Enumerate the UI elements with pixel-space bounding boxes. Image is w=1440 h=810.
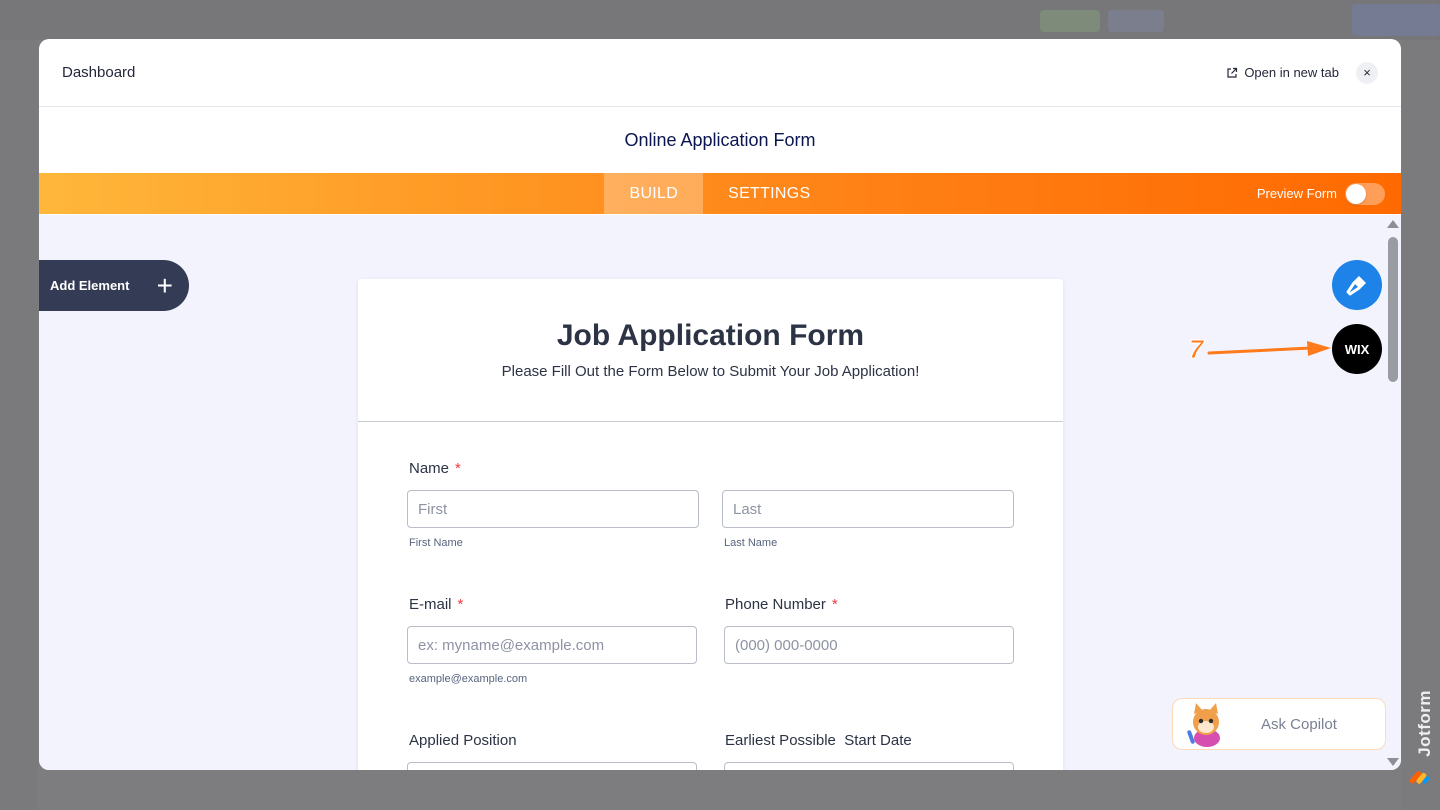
background-blob xyxy=(1352,4,1440,36)
form-title-row: Online Application Form xyxy=(39,107,1401,173)
preview-form-label: Preview Form xyxy=(1256,186,1337,201)
email-sublabel: example@example.com xyxy=(409,673,528,685)
annotation-arrow-icon xyxy=(1207,341,1331,356)
wix-label: WIX xyxy=(1344,341,1370,357)
dashboard-modal: Dashboard Open in new tab × Online Appli… xyxy=(39,39,1401,770)
name-label-text: Name xyxy=(409,460,450,477)
phone-label: Phone Number * xyxy=(725,596,838,613)
background-left xyxy=(0,40,38,810)
form-canvas: Add Element + Job Application Form Pleas… xyxy=(39,215,1401,770)
add-element-button[interactable]: Add Element + xyxy=(39,260,189,311)
paint-roller-icon xyxy=(1346,276,1366,296)
start-date-label: Earliest Possible Start Date xyxy=(725,732,912,749)
modal-title: Dashboard xyxy=(62,64,136,81)
last-name-sublabel: Last Name xyxy=(724,537,778,549)
form-subheading: Please Fill Out the Form Below to Submit… xyxy=(501,363,920,380)
email-input[interactable]: ex: myname@example.com xyxy=(407,626,697,664)
modal-header: Dashboard Open in new tab × xyxy=(39,39,1401,107)
tab-settings-label: SETTINGS xyxy=(728,184,811,202)
last-name-input[interactable]: Last xyxy=(722,490,1014,528)
form-header[interactable]: Job Application Form Please Fill Out the… xyxy=(358,279,1063,422)
required-marker: * xyxy=(455,460,461,477)
toggle-knob xyxy=(1346,183,1366,204)
first-name-sublabel: First Name xyxy=(409,537,463,549)
wix-button[interactable]: WIX xyxy=(1332,324,1382,374)
required-marker: * xyxy=(457,596,464,613)
scrollbar-thumb[interactable] xyxy=(1388,237,1398,382)
ask-copilot-button[interactable]: Ask Copilot xyxy=(1172,698,1386,750)
first-name-placeholder: First xyxy=(418,500,448,518)
plus-icon: + xyxy=(156,269,173,301)
last-name-placeholder: Last xyxy=(733,500,762,518)
preview-form-toggle-group: Preview Form xyxy=(1257,173,1385,214)
jotform-brand: Jotform xyxy=(1415,690,1434,757)
open-new-tab-link[interactable]: Open in new tab xyxy=(1226,65,1339,80)
background-topbar xyxy=(0,0,1440,40)
tab-settings[interactable]: SETTINGS xyxy=(703,173,835,214)
applied-position-label: Applied Position xyxy=(409,732,517,749)
first-name-input[interactable]: First xyxy=(407,490,699,528)
start-date-input[interactable] xyxy=(724,762,1014,770)
phone-label-text: Phone Number xyxy=(725,596,826,613)
scroll-down-icon[interactable] xyxy=(1387,758,1399,766)
ask-copilot-label: Ask Copilot xyxy=(1261,715,1337,733)
copilot-cat-icon xyxy=(1187,703,1220,747)
add-element-label: Add Element xyxy=(50,278,130,293)
close-icon: × xyxy=(1363,65,1371,80)
scrollbar[interactable] xyxy=(1383,215,1401,770)
form-designer-button[interactable] xyxy=(1332,260,1382,310)
builder-form-title[interactable]: Online Application Form xyxy=(624,130,815,151)
preview-form-toggle[interactable] xyxy=(1345,182,1385,205)
form-heading: Job Application Form xyxy=(556,319,865,352)
open-new-tab-label: Open in new tab xyxy=(1244,65,1339,80)
background-blob xyxy=(1040,10,1100,32)
email-label: E-mail * xyxy=(409,596,463,613)
background-blob xyxy=(1108,10,1164,32)
external-link-icon xyxy=(1227,67,1238,78)
name-label: Name * xyxy=(409,460,461,477)
annotation-number: 7 xyxy=(1188,334,1204,365)
close-button[interactable]: × xyxy=(1356,61,1378,84)
builder-toolbar: BUILD SETTINGS Preview Form xyxy=(39,173,1401,214)
email-placeholder: ex: myname@example.com xyxy=(418,636,605,654)
phone-input[interactable]: (000) 000-0000 xyxy=(724,626,1014,664)
required-marker: * xyxy=(831,596,838,613)
email-label-text: E-mail xyxy=(409,596,452,613)
form-card: Job Application Form Please Fill Out the… xyxy=(358,279,1063,770)
tab-build[interactable]: BUILD xyxy=(604,173,704,214)
scroll-up-icon[interactable] xyxy=(1387,220,1399,228)
tab-build-label: BUILD xyxy=(629,184,679,202)
applied-position-input[interactable] xyxy=(407,762,697,770)
phone-placeholder: (000) 000-0000 xyxy=(735,636,838,654)
